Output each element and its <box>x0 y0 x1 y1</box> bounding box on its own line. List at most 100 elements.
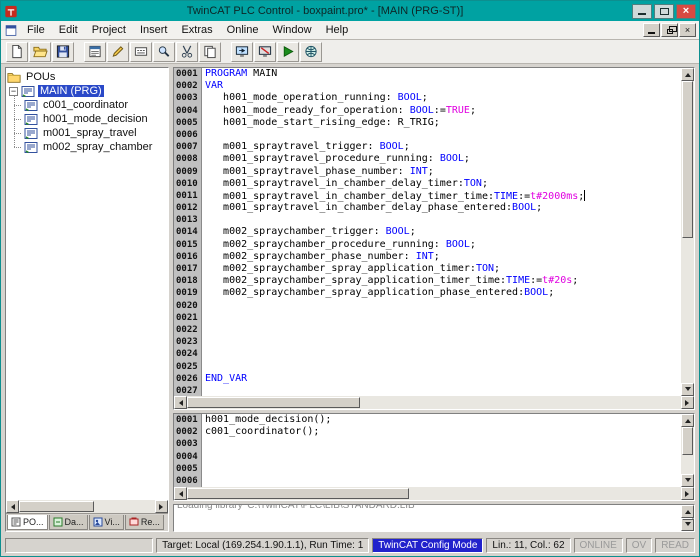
code-line[interactable]: 0014 m002_spraychamber_trigger: BOOL; <box>174 226 681 238</box>
tree-root-pous[interactable]: POUs <box>7 70 167 84</box>
tree-hscrollbar[interactable] <box>6 500 168 513</box>
code-line[interactable]: 0004 h001_mode_ready_for_operation: BOOL… <box>174 105 681 117</box>
scroll-thumb[interactable] <box>187 397 360 408</box>
declaration-vscrollbar[interactable] <box>681 68 694 396</box>
code-line[interactable]: 0022 <box>174 324 681 336</box>
code-line[interactable]: 0010 m001_spraytravel_in_chamber_delay_t… <box>174 178 681 190</box>
scroll-track[interactable] <box>681 81 694 383</box>
implementation-vscrollbar[interactable] <box>681 414 694 487</box>
code-line[interactable]: 0007 m001_spraytravel_trigger: BOOL; <box>174 141 681 153</box>
tree-item-main-prg[interactable]: − MAIN (PRG) <box>7 84 167 98</box>
code-line[interactable]: 0018 m002_spraychamber_spray_application… <box>174 275 681 287</box>
tree-item-h001_mode_decision[interactable]: h001_mode_decision <box>22 112 167 126</box>
mdi-close-button[interactable]: × <box>679 23 696 37</box>
scroll-up-button[interactable] <box>681 505 694 518</box>
scroll-down-button[interactable] <box>681 383 694 396</box>
input-assistant-button[interactable] <box>130 41 152 62</box>
mdi-minimize-button[interactable] <box>643 23 660 37</box>
collapse-expander-icon[interactable]: − <box>9 86 18 96</box>
menu-item-window[interactable]: Window <box>265 22 318 38</box>
scroll-thumb[interactable] <box>682 518 693 520</box>
maximize-button[interactable] <box>654 3 674 19</box>
code-line[interactable]: 0001 PROGRAM MAIN <box>174 68 681 80</box>
open-file-button[interactable] <box>29 41 51 62</box>
implementation-hscrollbar[interactable] <box>174 487 694 500</box>
scroll-track[interactable] <box>681 427 694 474</box>
scroll-track[interactable] <box>187 396 681 409</box>
code-line[interactable]: 0017 m002_spraychamber_spray_application… <box>174 263 681 275</box>
code-line[interactable]: 0009 m001_spraytravel_phase_number: INT; <box>174 166 681 178</box>
run-button[interactable] <box>277 41 299 62</box>
save-button[interactable] <box>52 41 74 62</box>
copy-button[interactable] <box>199 41 221 62</box>
scroll-left-button[interactable] <box>174 487 187 500</box>
global-variables-button[interactable] <box>300 41 322 62</box>
mdi-restore-button[interactable] <box>661 23 678 37</box>
code-line[interactable]: 0008 m001_spraytravel_procedure_running:… <box>174 153 681 165</box>
scroll-thumb[interactable] <box>187 488 410 499</box>
code-line[interactable]: 0019 m002_spraychamber_spray_application… <box>174 287 681 299</box>
code-line[interactable]: 0023 <box>174 336 681 348</box>
find-button[interactable] <box>153 41 175 62</box>
code-line[interactable]: 0011 m001_spraytravel_in_chamber_delay_t… <box>174 189 681 202</box>
code-line[interactable]: 0027 <box>174 385 681 396</box>
code-line[interactable]: 0016 m002_spraychamber_phase_number: INT… <box>174 251 681 263</box>
scroll-thumb[interactable] <box>682 81 693 239</box>
code-line[interactable]: 0026 END_VAR <box>174 373 681 385</box>
close-button[interactable]: × <box>676 3 696 19</box>
code-line[interactable]: 0005 <box>174 463 681 475</box>
code-line[interactable]: 0015 m002_spraychamber_procedure_running… <box>174 239 681 251</box>
menu-item-help[interactable]: Help <box>319 22 356 38</box>
code-line[interactable]: 0002 VAR <box>174 80 681 92</box>
code-line[interactable]: 0006 <box>174 475 681 487</box>
code-line[interactable]: 0004 <box>174 451 681 463</box>
scroll-right-button[interactable] <box>681 396 694 409</box>
code-line[interactable]: 0025 <box>174 361 681 373</box>
menu-item-file[interactable]: File <box>20 22 52 38</box>
scroll-track[interactable] <box>19 500 155 513</box>
scroll-up-button[interactable] <box>681 68 694 81</box>
minimize-button[interactable] <box>632 3 652 19</box>
declaration-hscrollbar[interactable] <box>174 396 694 409</box>
code-line[interactable]: 0024 <box>174 348 681 360</box>
code-line[interactable]: 0002 c001_coordinator(); <box>174 426 681 438</box>
menu-item-insert[interactable]: Insert <box>133 22 175 38</box>
scroll-down-button[interactable] <box>681 474 694 487</box>
menu-item-extras[interactable]: Extras <box>174 22 219 38</box>
code-line[interactable]: 0020 <box>174 300 681 312</box>
implementation-code[interactable]: 0001 h001_mode_decision(); 0002 c001_coordi… <box>174 414 681 487</box>
logout-button[interactable] <box>254 41 276 62</box>
tree-item-c001_coordinator[interactable]: c001_coordinator <box>22 98 167 112</box>
menu-item-edit[interactable]: Edit <box>52 22 85 38</box>
tab-vi[interactable]: Vi... <box>88 515 124 530</box>
scroll-thumb[interactable] <box>19 501 94 512</box>
code-line[interactable]: 0005 h001_mode_start_rising_edge: R_TRIG… <box>174 117 681 129</box>
code-line[interactable]: 0001 h001_mode_decision(); <box>174 414 681 426</box>
message-pane[interactable]: Loading library 'C:\TwinCAT\PLC\LIB\STAN… <box>173 504 695 532</box>
tree-item-m001_spray_travel[interactable]: m001_spray_travel <box>22 126 167 140</box>
cut-button[interactable] <box>176 41 198 62</box>
scroll-left-button[interactable] <box>6 500 19 513</box>
login-button[interactable] <box>231 41 253 62</box>
scroll-up-button[interactable] <box>681 414 694 427</box>
code-line[interactable]: 0003 h001_mode_operation_running: BOOL; <box>174 92 681 104</box>
new-pou-button[interactable] <box>84 41 106 62</box>
code-line[interactable]: 0012 m001_spraytravel_in_chamber_delay_p… <box>174 202 681 214</box>
scroll-right-button[interactable] <box>681 487 694 500</box>
menu-item-project[interactable]: Project <box>85 22 133 38</box>
message-vscrollbar[interactable] <box>681 505 694 531</box>
tab-re[interactable]: Re... <box>124 515 164 530</box>
menu-item-online[interactable]: Online <box>220 22 266 38</box>
code-line[interactable]: 0021 <box>174 312 681 324</box>
scroll-left-button[interactable] <box>174 396 187 409</box>
scroll-track[interactable] <box>187 487 681 500</box>
new-file-button[interactable] <box>6 41 28 62</box>
scroll-thumb[interactable] <box>682 427 693 456</box>
code-line[interactable]: 0006 <box>174 129 681 141</box>
declaration-code[interactable]: 0001 PROGRAM MAIN 0002 VAR 0003 h001_mode_op… <box>174 68 681 396</box>
tree-item-m002_spray_chamber[interactable]: m002_spray_chamber <box>22 140 167 154</box>
code-line[interactable]: 0003 <box>174 438 681 450</box>
edit-declaration-button[interactable] <box>107 41 129 62</box>
tab-da[interactable]: Da... <box>48 515 88 530</box>
scroll-right-button[interactable] <box>155 500 168 513</box>
